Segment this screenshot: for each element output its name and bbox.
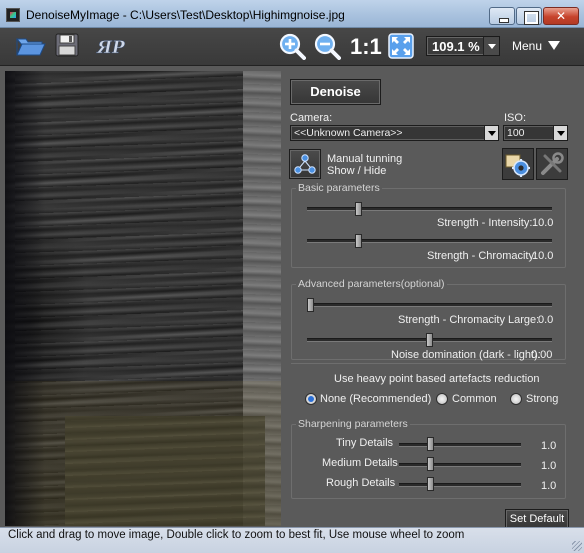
photo-book: [65, 416, 265, 526]
medium-details-slider-thumb[interactable]: [427, 457, 434, 471]
section-divider: [291, 363, 566, 364]
fit-to-window-icon[interactable]: [388, 33, 414, 59]
noise-domination-label: Noise domination (dark - light):: [391, 349, 541, 361]
camera-label: Camera:: [290, 112, 333, 124]
chromacity-value: 10.0: [532, 250, 554, 262]
radio-common[interactable]: [436, 393, 448, 405]
floppy-disk-icon[interactable]: [55, 33, 79, 57]
actual-size-button[interactable]: 1:1: [350, 34, 382, 60]
window-title: DenoiseMyImage - C:\Users\Test\Desktop\H…: [26, 8, 345, 22]
maximize-button[interactable]: [516, 7, 542, 25]
minimize-button[interactable]: [489, 7, 515, 25]
intensity-value: 10.0: [532, 217, 554, 229]
tiny-details-label: Tiny Details: [336, 437, 394, 449]
chromacity-slider[interactable]: [307, 239, 552, 243]
title-bar: DenoiseMyImage - C:\Users\Test\Desktop\H…: [0, 0, 584, 28]
manual-tuning-button[interactable]: [289, 149, 321, 179]
close-icon: ✕: [555, 9, 567, 23]
camera-select[interactable]: <<Unknown Camera>>: [290, 125, 499, 141]
artefacts-title: Use heavy point based artefacts reductio…: [334, 373, 540, 385]
rough-details-value: 1.0: [541, 480, 557, 492]
manual-tuning-label[interactable]: Manual tunning: [327, 153, 402, 165]
status-text: Click and drag to move image, Double cli…: [8, 529, 465, 541]
zoom-in-icon[interactable]: [278, 32, 306, 60]
resize-grip-icon[interactable]: [572, 541, 582, 551]
sharpening-parameters-title: Sharpening parameters: [296, 418, 410, 430]
intensity-slider[interactable]: [307, 207, 552, 211]
menu-button[interactable]: Menu: [512, 39, 560, 53]
settings-gear-button[interactable]: [502, 148, 534, 180]
advanced-parameters-title: Advanced parameters(optional): [296, 278, 447, 290]
status-bar: Click and drag to move image, Double cli…: [0, 527, 584, 553]
triangle-down-icon: [548, 41, 560, 56]
intensity-slider-thumb[interactable]: [354, 202, 362, 216]
denoise-button[interactable]: Denoise: [290, 79, 381, 105]
logo-icon: ЯP: [96, 38, 125, 59]
tools-button[interactable]: [536, 148, 568, 180]
photo-dark-edge: [5, 71, 45, 526]
menu-label: Menu: [512, 39, 543, 53]
rough-details-slider-thumb[interactable]: [427, 477, 434, 491]
chromacity-large-slider-thumb[interactable]: [307, 298, 314, 312]
chromacity-large-value: 0.0: [538, 314, 554, 326]
gear-icon: [505, 154, 530, 177]
chromacity-label: Strength - Chromacity:: [427, 250, 538, 262]
chevron-down-icon[interactable]: [553, 126, 567, 140]
tiny-details-slider-thumb[interactable]: [427, 437, 434, 451]
radio-none[interactable]: [305, 393, 317, 405]
medium-details-value: 1.0: [541, 460, 557, 472]
noise-domination-slider-thumb[interactable]: [426, 333, 433, 347]
iso-label: ISO:: [504, 112, 527, 124]
radio-none-label[interactable]: None (Recommended): [320, 393, 431, 405]
radio-strong-label[interactable]: Strong: [526, 393, 558, 405]
app-icon: [6, 8, 20, 22]
tuning-icon: [294, 154, 316, 174]
chromacity-slider-thumb[interactable]: [354, 234, 362, 248]
show-hide-label[interactable]: Show / Hide: [327, 165, 386, 177]
iso-value: 100: [507, 127, 525, 139]
tiny-details-slider[interactable]: [399, 443, 521, 447]
set-default-button[interactable]: Set Default: [505, 509, 569, 529]
radio-common-label[interactable]: Common: [452, 393, 497, 405]
noise-domination-value: 0.00: [531, 349, 553, 361]
image-preview[interactable]: [5, 71, 281, 526]
rough-details-label: Rough Details: [326, 477, 396, 489]
settings-panel: Denoise Camera: ISO: <<Unknown Camera>> …: [286, 71, 580, 529]
chevron-down-icon[interactable]: [483, 37, 499, 55]
radio-strong[interactable]: [510, 393, 522, 405]
iso-select[interactable]: 100: [503, 125, 568, 141]
tiny-details-value: 1.0: [541, 440, 557, 452]
toolbar: ЯP 1:1 109.1 % Menu: [0, 28, 584, 66]
folder-open-icon[interactable]: [16, 35, 46, 57]
zoom-out-icon[interactable]: [313, 32, 341, 60]
zoom-value: 109.1 %: [432, 39, 480, 54]
chromacity-large-slider[interactable]: [307, 303, 552, 307]
chromacity-large-label: Strength - Chromacity Large:: [398, 314, 540, 326]
rough-details-slider[interactable]: [399, 483, 521, 487]
chevron-down-icon[interactable]: [484, 126, 498, 140]
svg-text:ЯP: ЯP: [96, 38, 125, 58]
zoom-combo[interactable]: 109.1 %: [426, 36, 500, 56]
wrench-screwdriver-icon: [541, 152, 564, 175]
basic-parameters-title: Basic parameters: [296, 182, 382, 194]
intensity-label: Strength - Intensity:: [437, 217, 533, 229]
medium-details-label: Medium Details: [322, 457, 398, 469]
medium-details-slider[interactable]: [399, 463, 521, 467]
close-button[interactable]: ✕: [543, 7, 579, 25]
camera-value: <<Unknown Camera>>: [294, 127, 403, 139]
